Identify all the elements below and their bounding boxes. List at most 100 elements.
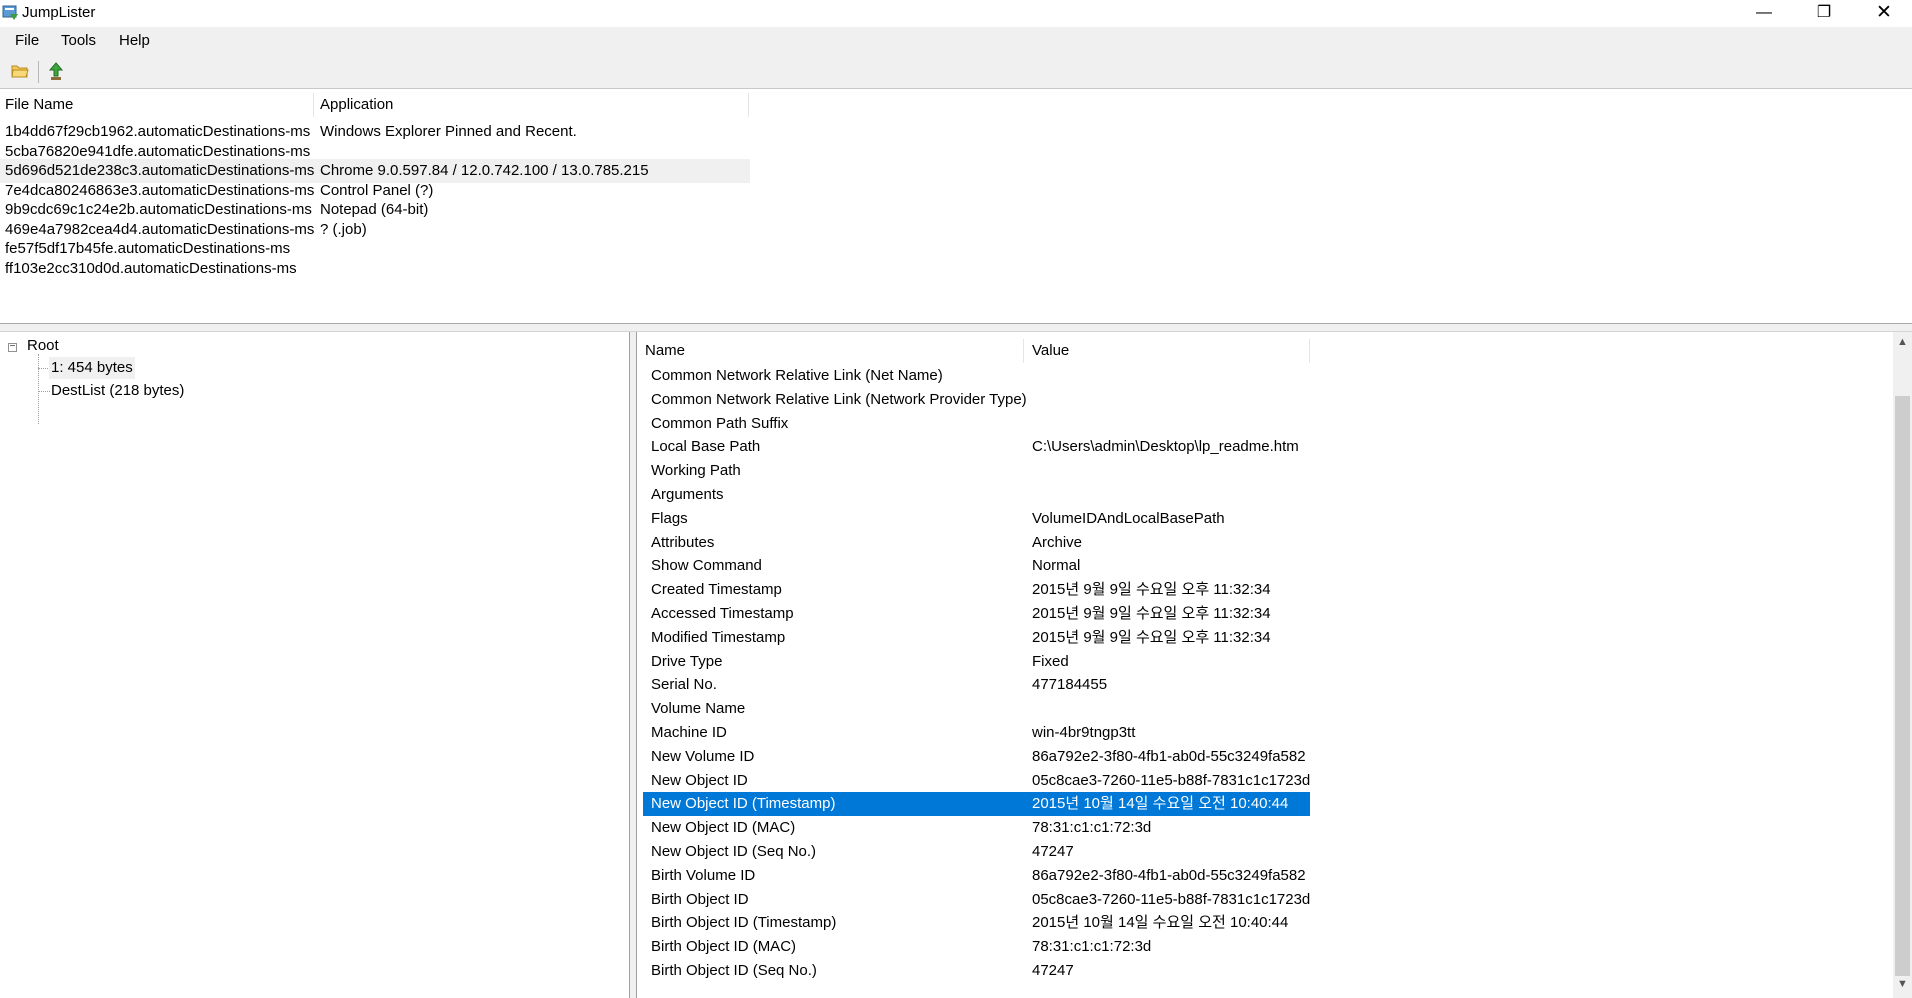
jumplist-files-list: File Name Application 1b4dd67f29cb1962.a… bbox=[0, 89, 1912, 323]
property-name: Attributes bbox=[651, 533, 715, 551]
property-row[interactable]: Birth Volume ID 86a792e2-3f80-4fb1-ab0d-5… bbox=[643, 864, 1310, 888]
minimize-button[interactable]: — bbox=[1736, 0, 1792, 27]
property-name: Accessed Timestamp bbox=[651, 605, 794, 622]
property-value: 2015년 9월 9일 수요일 오후 11:32:34 bbox=[1032, 605, 1271, 622]
menu-file[interactable]: File bbox=[15, 32, 39, 49]
property-name: Birth Volume ID bbox=[651, 866, 756, 884]
property-value: Fixed bbox=[1032, 652, 1069, 670]
tree-connector bbox=[38, 354, 39, 424]
property-value: 2015년 9월 9일 수요일 오후 11:32:34 bbox=[1032, 581, 1271, 599]
property-value: Normal bbox=[1032, 557, 1081, 575]
property-value: 47247 bbox=[1032, 962, 1074, 979]
property-name: Arguments bbox=[651, 486, 724, 503]
menu-tools[interactable]: Tools bbox=[61, 32, 96, 49]
folder-open-icon[interactable] bbox=[11, 63, 29, 79]
property-row[interactable]: Birth Object ID (Timestamp) 2015년 10월 14일… bbox=[643, 911, 1310, 935]
property-row[interactable]: Common Network Relative Link (Net Name) bbox=[643, 364, 1310, 388]
property-value: 05c8cae3-7260-11e5-b88f-7831c1c1723d bbox=[1032, 890, 1311, 908]
property-value: 86a792e2-3f80-4fb1-ab0d-55c3249fa582 bbox=[1032, 866, 1306, 884]
property-row[interactable]: Machine ID win-4br9tngp3tt bbox=[643, 721, 1310, 745]
scroll-up-icon[interactable]: ▲ bbox=[1893, 336, 1912, 352]
property-row[interactable]: New Volume ID 86a792e2-3f80-4fb1-ab0d-55c… bbox=[643, 745, 1310, 769]
property-value: VolumeIDAndLocalBasePath bbox=[1032, 509, 1225, 527]
property-name: Common Path Suffix bbox=[651, 414, 789, 432]
property-name: Common Network Relative Link (Network Pr… bbox=[651, 390, 1027, 408]
property-name: New Object ID (MAC) bbox=[651, 819, 796, 837]
property-row[interactable]: Birth Object ID (Seq No.) 47247 bbox=[643, 959, 1310, 983]
property-name: Serial No. bbox=[651, 676, 717, 694]
collapse-icon[interactable]: − bbox=[8, 342, 17, 352]
property-value: 477184455 bbox=[1032, 676, 1108, 694]
property-row[interactable]: New Object ID (Seq No.) 47247 bbox=[643, 840, 1310, 864]
close-button[interactable]: ✕ bbox=[1856, 0, 1912, 27]
horizontal-splitter[interactable] bbox=[0, 323, 1912, 332]
window-title: JumpLister bbox=[22, 4, 96, 21]
property-value: 78:31:c1:c1:72:3d bbox=[1032, 938, 1152, 956]
property-name: Drive Type bbox=[651, 652, 723, 670]
property-row[interactable]: Flags VolumeIDAndLocalBasePath bbox=[643, 507, 1310, 531]
file-name: ff103e2cc310d0d.automaticDestinations-ms bbox=[5, 259, 297, 277]
properties-list: Name Value Common Network Relative Link … bbox=[636, 332, 1912, 998]
export-icon[interactable] bbox=[46, 61, 66, 81]
app-icon bbox=[2, 5, 18, 20]
property-value: 78:31:c1:c1:72:3d bbox=[1032, 819, 1152, 837]
property-name: New Object ID (Timestamp) bbox=[651, 795, 836, 813]
property-name: New Object ID (Seq No.) bbox=[651, 843, 817, 860]
tree-node-root[interactable]: Root bbox=[27, 335, 59, 357]
property-name: Volume Name bbox=[651, 700, 746, 718]
property-row[interactable]: Birth Object ID (MAC) 78:31:c1:c1:72:3d bbox=[643, 935, 1310, 959]
property-name: Flags bbox=[651, 509, 688, 527]
property-name: Birth Object ID (MAC) bbox=[651, 938, 797, 956]
column-header-name[interactable]: Name bbox=[637, 339, 1024, 363]
title-bar: JumpLister — ❐ ✕ bbox=[0, 0, 1912, 27]
property-value: 05c8cae3-7260-11e5-b88f-7831c1c1723d bbox=[1032, 771, 1311, 789]
property-row[interactable]: Working Path bbox=[643, 459, 1310, 483]
menu-bar: File Tools Help bbox=[0, 27, 1912, 55]
property-name: Modified Timestamp bbox=[651, 628, 786, 646]
menu-help[interactable]: Help bbox=[119, 32, 150, 49]
property-row-selected[interactable]: New Object ID (Timestamp) 2015년 10월 14일 수… bbox=[643, 792, 1310, 817]
property-name: Birth Object ID bbox=[651, 890, 749, 908]
property-row[interactable]: Volume Name bbox=[643, 697, 1310, 721]
property-value: 2015년 9월 9일 수요일 오후 11:32:34 bbox=[1032, 628, 1271, 646]
tree-node-entry-1[interactable]: 1: 454 bytes bbox=[49, 357, 135, 379]
tree-node-destlist[interactable]: DestList (218 bytes) bbox=[49, 380, 186, 402]
property-name: Created Timestamp bbox=[651, 581, 782, 599]
property-row[interactable]: Common Network Relative Link (Network Pr… bbox=[643, 388, 1310, 412]
property-value: 86a792e2-3f80-4fb1-ab0d-55c3249fa582 bbox=[1032, 747, 1306, 765]
structure-tree: − Root 1: 454 bytes DestList (218 bytes) bbox=[0, 332, 630, 998]
property-name: New Object ID bbox=[651, 771, 748, 789]
property-row[interactable]: New Object ID (MAC) 78:31:c1:c1:72:3d bbox=[643, 816, 1310, 840]
property-name: Birth Object ID (Timestamp) bbox=[651, 914, 837, 932]
property-name: Common Network Relative Link (Net Name) bbox=[651, 367, 943, 384]
property-row[interactable]: Attributes Archive bbox=[643, 531, 1310, 555]
property-name: Machine ID bbox=[651, 724, 727, 741]
property-row[interactable]: Arguments bbox=[643, 483, 1310, 507]
column-header-application[interactable]: Application bbox=[314, 93, 749, 117]
property-name: Show Command bbox=[651, 557, 762, 575]
property-row[interactable]: Created Timestamp 2015년 9월 9일 수요일 오후 11:3… bbox=[643, 578, 1310, 602]
property-row[interactable]: Common Path Suffix bbox=[643, 412, 1310, 436]
property-name: Working Path bbox=[651, 462, 741, 480]
property-row[interactable]: Drive Type Fixed bbox=[643, 650, 1310, 674]
scroll-thumb[interactable] bbox=[1895, 396, 1910, 976]
property-row[interactable]: New Object ID 05c8cae3-7260-11e5-b88f-783… bbox=[643, 769, 1310, 793]
maximize-button[interactable]: ❐ bbox=[1796, 0, 1852, 27]
column-header-value[interactable]: Value bbox=[1024, 339, 1310, 363]
property-row[interactable]: Modified Timestamp 2015년 9월 9일 수요일 오후 11:… bbox=[643, 626, 1310, 650]
property-row[interactable]: Birth Object ID 05c8cae3-7260-11e5-b88f-7… bbox=[643, 888, 1310, 912]
property-row[interactable]: Accessed Timestamp 2015년 9월 9일 수요일 오후 11:… bbox=[643, 602, 1310, 626]
property-value: C:\Users\admin\Desktop\lp_readme.htm bbox=[1032, 438, 1299, 456]
property-value: 47247 bbox=[1032, 843, 1074, 860]
property-value: win-4br9tngp3tt bbox=[1032, 724, 1136, 741]
toolbar-separator bbox=[38, 61, 39, 83]
column-header-file-name[interactable]: File Name bbox=[0, 93, 314, 117]
file-row[interactable]: ff103e2cc310d0d.automaticDestinations-ms bbox=[0, 257, 750, 281]
property-row[interactable]: Serial No. 477184455 bbox=[643, 673, 1310, 697]
scroll-down-icon[interactable]: ▼ bbox=[1893, 978, 1912, 994]
property-row[interactable]: Local Base Path C:\Users\admin\Desktop\lp… bbox=[643, 435, 1310, 459]
property-name: Birth Object ID (Seq No.) bbox=[651, 962, 817, 979]
property-value: 2015년 10월 14일 수요일 오전 10:40:44 bbox=[1032, 914, 1289, 932]
property-row[interactable]: Show Command Normal bbox=[643, 554, 1310, 578]
vertical-scrollbar[interactable]: ▲ ▼ bbox=[1893, 332, 1912, 998]
